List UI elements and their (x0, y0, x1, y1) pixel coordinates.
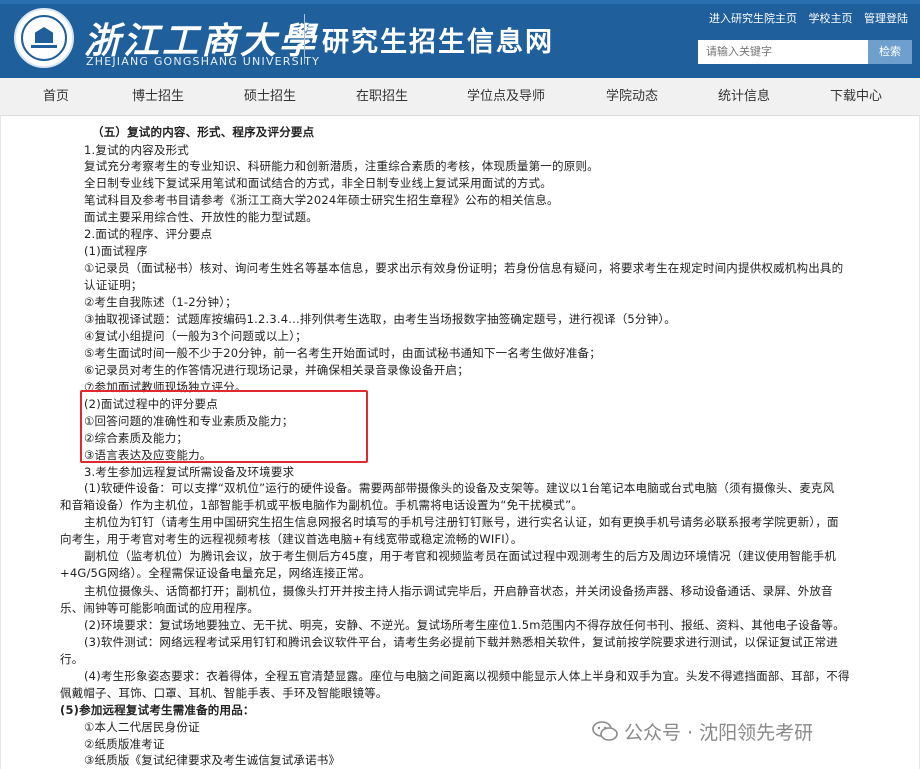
subheading-items-needed: (5)参加远程复试考生需准备的用品： (60, 703, 255, 717)
paragraph-line: 副机位（监考机位）为腾讯会议，放于考生侧后方45度，用于考官和视频监考员在面试过… (84, 549, 837, 563)
nav-item-in-service[interactable]: 在职招生 (332, 78, 432, 116)
header-top-strip (0, 0, 920, 4)
nav-item-degree-programs[interactable]: 学位点及导师 (456, 78, 556, 116)
paragraph-line: ①记录员（面试秘书）核对、询问考生姓名等基本信息，要求出示有效身份证明；若身份信… (84, 261, 844, 275)
paragraph-line: 笔试科目及参考书目请参考《浙江工商大学2024年硕士研究生招生章程》公布的相关信… (84, 193, 559, 207)
university-seal-logo[interactable] (14, 8, 74, 68)
link-admin-login[interactable]: 管理登陆 (864, 12, 908, 25)
watermark-text: 公众号 · 沈阳领先考研 (624, 722, 814, 744)
paragraph-line: ③抽取视译试题：试题库按编码1.2.3.4...排列供考生选取，由考生当场报数字… (84, 312, 676, 326)
section-heading: （五）复试的内容、形式、程序及评分要点 (92, 125, 315, 139)
paragraph-line: 乐、闹钟等可能影响面试的应用程序。 (60, 601, 259, 615)
paragraph-line: 佩戴帽子、耳饰、口罩、耳机、智能手表、手环及智能眼镜等。 (60, 686, 388, 700)
school-name-en: ZHEJIANG GONGSHANG UNIVERSITY (86, 55, 321, 68)
site-title: 研究生招生信息网 (322, 27, 554, 58)
paragraph-line: +4G/5G网络）。全程需保证设备电量充足，网络连接正常。 (60, 566, 371, 580)
paragraph-line: 向考生，用于考官对考生的远程视频考核（建议首选电脑+有线宽带或稳定流畅的WIFI… (60, 532, 523, 546)
nav-item-college-news[interactable]: 学院动态 (582, 78, 682, 116)
paragraph-line: 认证证明； (84, 278, 143, 292)
paragraph-line: ④复试小组提问（一般为3个问题或以上）； (84, 329, 307, 343)
list-item: ③纸质版《复试纪律要求及考生诚信复试承诺书》 (84, 753, 341, 767)
top-links: 进入研究生院主页 学校主页 管理登陆 (701, 10, 908, 26)
list-item: ①本人二代居民身份证 (84, 720, 200, 734)
search-button[interactable]: 检索 (868, 40, 912, 64)
paragraph-line: 全日制专业线下复试采用笔试和面试结合的方式，非全日制专业线上复试采用面试的方式。 (84, 176, 552, 190)
subheading-procedure: 2.面试的程序、评分要点 (84, 227, 213, 241)
subheading-content-form: 1.复试的内容及形式 (84, 143, 189, 157)
paragraph-line: 复试充分考察考生的专业知识、科研能力和创新潜质，注重综合素质的考核，体现质量第一… (84, 159, 599, 173)
site-header: 浙江工商大學 ZHEJIANG GONGSHANG UNIVERSITY 研究生… (0, 0, 920, 78)
nav-item-masters[interactable]: 硕士招生 (220, 78, 320, 116)
link-school-home[interactable]: 学校主页 (809, 12, 853, 25)
highlight-box (80, 390, 368, 463)
paragraph-line: (4)考生形象姿态要求：衣着得体，全程五官清楚显露。座位与电脑之间距离以视频中能… (84, 669, 850, 683)
subheading-remote-requirements: 3.考生参加远程复试所需设备及环境要求 (84, 465, 295, 479)
paragraph-line: 面试主要采用综合性、开放性的能力型试题。 (84, 210, 318, 224)
list-item: ②纸质版准考证 (84, 737, 165, 751)
paragraph-line: (1)软硬件设备：可以支撑“双机位”运行的硬件设备。需要两部带摄像头的设备及支架… (84, 481, 835, 495)
main-nav: 首页 博士招生 硕士招生 在职招生 学位点及导师 学院动态 统计信息 下载中心 (0, 78, 920, 116)
paragraph-line: ②考生自我陈述（1-2分钟）； (84, 295, 237, 309)
wechat-icon (592, 721, 618, 741)
nav-item-doctoral[interactable]: 博士招生 (108, 78, 208, 116)
paragraph-line: (2)环境要求：复试场地要独立、无干扰、明亮，安静、不逆光。复试场所考生座位1.… (84, 618, 845, 632)
search-input[interactable] (698, 40, 868, 64)
subheading-interview-procedure: (1)面试程序 (84, 244, 148, 258)
link-graduate-school-home[interactable]: 进入研究生院主页 (709, 12, 797, 25)
seal-base (31, 45, 57, 48)
paragraph-line: ⑥记录员对考生的作答情况进行现场记录，并确保相关录音录像设备开启； (84, 363, 469, 377)
nav-item-downloads[interactable]: 下载中心 (806, 78, 906, 116)
nav-item-home[interactable]: 首页 (6, 78, 106, 116)
nav-item-statistics[interactable]: 统计信息 (694, 78, 794, 116)
paragraph-line: (3)软件测试：网络远程考试采用钉钉和腾讯会议软件平台，请考生务必提前下载并熟悉… (84, 635, 838, 649)
paragraph-line: 行。 (60, 652, 84, 666)
paragraph-line: 和音箱设备）作为主机位，1部智能手机或平板电脑作为副机位。手机需将电话设置为“免… (60, 498, 583, 512)
header-divider (304, 14, 305, 64)
paragraph-line: 主机位摄像头、话筒都打开；副机位，摄像头打开并按主持人指示调试完毕后，开启静音状… (84, 584, 833, 598)
paragraph-line: 主机位为钉钉（请考生用中国研究生招生信息网报名时填写的手机号注册钉钉账号，进行实… (84, 515, 839, 529)
paragraph-line: ⑤考生面试时间一般不少于20分钟，前一名考生开始面试时，由面试秘书通知下一名考生… (84, 346, 601, 360)
